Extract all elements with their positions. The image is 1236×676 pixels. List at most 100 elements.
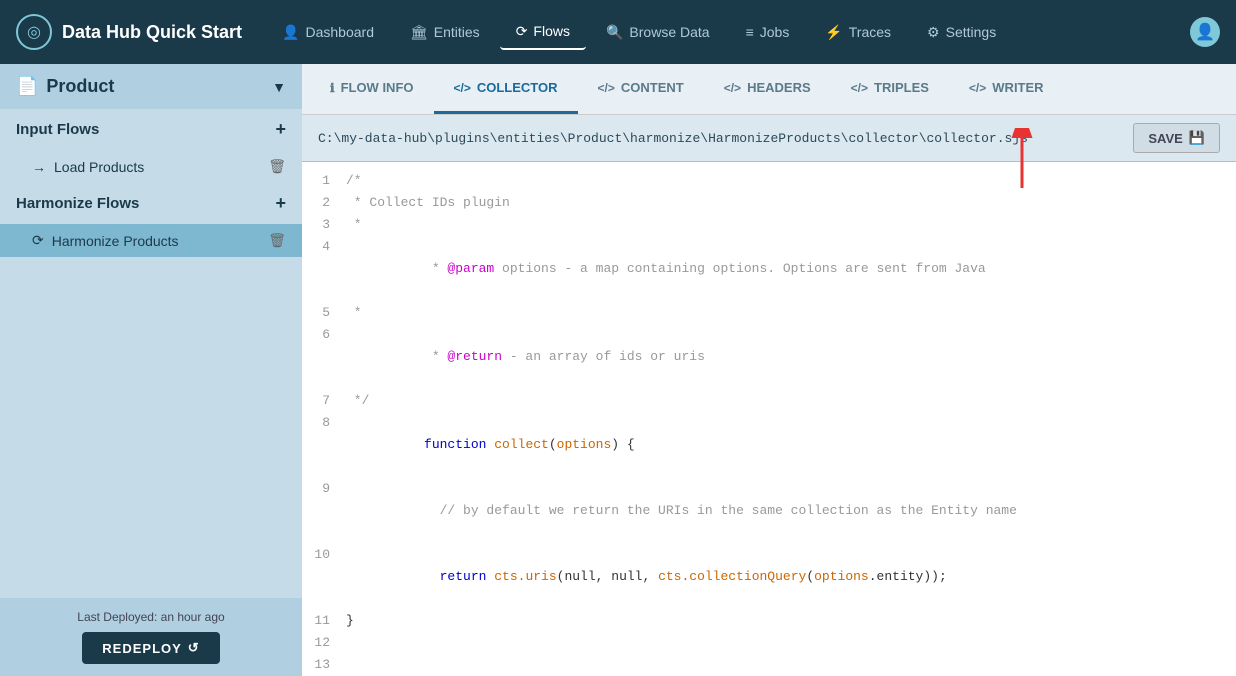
code-line-8: 8 function collect(options) { [302,412,1236,478]
line-num-2: 2 [302,192,346,214]
harmonize-products-left: ⟳ Harmonize Products [32,232,179,249]
nav-settings-label: Settings [946,24,997,40]
collector-icon: </> [454,81,471,95]
flow-info-icon: ℹ [330,81,335,95]
redeploy-label: REDEPLOY [102,641,182,656]
delete-load-products-icon[interactable]: 🗑 [268,158,286,175]
entity-icon: 📄 [16,76,38,97]
load-products-left: → Load Products [32,159,144,175]
load-products-label: Load Products [54,159,144,175]
line-num-5: 5 [302,302,346,324]
traces-icon: ⚡ [825,24,842,41]
nav-items: 👤 Dashboard 🏛 Entities ⟳ Flows 🔍 Browse … [266,15,1182,50]
line-num-7: 7 [302,390,346,412]
input-flows-label: Input Flows [16,121,99,138]
sidebar-item-harmonize-products[interactable]: ⟳ Harmonize Products 🗑 [0,224,302,257]
code-line-13: 13 module.exports = { [302,654,1236,676]
nav-right: 👤 [1190,17,1220,47]
harmonize-flows-label: Harmonize Flows [16,195,139,212]
nav-flows[interactable]: ⟳ Flows [500,15,586,50]
redeploy-icon: ↺ [188,640,200,656]
nav-browse-data[interactable]: 🔍 Browse Data [590,16,726,49]
nav-entities[interactable]: 🏛 Entities [394,16,496,49]
tab-headers[interactable]: </> HEADERS [704,64,831,114]
tab-content[interactable]: </> CONTENT [578,64,704,114]
nav-flows-label: Flows [533,23,570,39]
entity-left: 📄 Product [16,76,114,97]
nav-jobs[interactable]: ≡ Jobs [730,16,806,48]
logo-area: ◎ Data Hub Quick Start [16,14,242,50]
filepath-bar: C:\my-data-hub\plugins\entities\Product\… [302,115,1236,162]
save-icon: 💾 [1189,130,1205,146]
line-content-2: * Collect IDs plugin [346,192,1236,214]
load-products-icon: → [32,159,46,175]
line-content-11: } [346,610,1236,632]
nav-traces[interactable]: ⚡ Traces [809,16,907,49]
tab-triples-label: TRIPLES [874,80,929,95]
line-content-13: module.exports = { [346,654,1236,676]
tab-flow-info-label: FLOW INFO [341,80,414,95]
code-line-11: 11 } [302,610,1236,632]
top-nav: ◎ Data Hub Quick Start 👤 Dashboard 🏛 Ent… [0,0,1236,64]
line-content-3: * [346,214,1236,236]
settings-icon: ⚙ [927,24,940,41]
tab-writer[interactable]: </> WRITER [949,64,1064,114]
content-area: ℹ FLOW INFO </> COLLECTOR </> CONTENT </… [302,64,1236,676]
code-editor[interactable]: 1 /* 2 * Collect IDs plugin 3 * 4 * @par… [302,162,1236,676]
line-num-3: 3 [302,214,346,236]
sidebar-footer: Last Deployed: an hour ago REDEPLOY ↺ [0,598,302,676]
chevron-down-icon: ▼ [272,79,286,95]
code-line-3: 3 * [302,214,1236,236]
code-line-12: 12 [302,632,1236,654]
sidebar-entity-header[interactable]: 📄 Product ▼ [0,64,302,109]
app-title: Data Hub Quick Start [62,22,242,43]
line-content-9: // by default we return the URIs in the … [346,478,1236,544]
entities-icon: 🏛 [410,24,428,41]
tab-triples[interactable]: </> TRIPLES [831,64,949,114]
harmonize-products-label: Harmonize Products [52,233,179,249]
filepath-text: C:\my-data-hub\plugins\entities\Product\… [318,131,1028,146]
sidebar-entity-section: 📄 Product ▼ Input Flows + → Load Product… [0,64,302,257]
harmonize-flows-header: Harmonize Flows + [0,183,302,224]
nav-browse-data-label: Browse Data [629,24,709,40]
line-num-1: 1 [302,170,346,192]
line-content-8: function collect(options) { [346,412,1236,478]
code-line-7: 7 */ [302,390,1236,412]
nav-settings[interactable]: ⚙ Settings [911,16,1012,49]
code-line-6: 6 * @return - an array of ids or uris [302,324,1236,390]
line-content-10: return cts.uris(null, null, cts.collecti… [346,544,1236,610]
last-deployed-text: Last Deployed: an hour ago [16,610,286,624]
line-content-6: * @return - an array of ids or uris [346,324,1236,390]
add-input-flow-icon[interactable]: + [275,119,286,140]
save-button[interactable]: SAVE 💾 [1133,123,1220,153]
nav-dashboard[interactable]: 👤 Dashboard [266,16,390,49]
redeploy-button[interactable]: REDEPLOY ↺ [82,632,219,664]
tab-content-label: CONTENT [621,80,684,95]
line-num-9: 9 [302,478,346,500]
code-line-5: 5 * [302,302,1236,324]
tabs-bar: ℹ FLOW INFO </> COLLECTOR </> CONTENT </… [302,64,1236,115]
writer-icon: </> [969,81,986,95]
code-line-9: 9 // by default we return the URIs in th… [302,478,1236,544]
main-layout: 📄 Product ▼ Input Flows + → Load Product… [0,64,1236,676]
line-content-1: /* [346,170,1236,192]
app-logo-icon: ◎ [16,14,52,50]
tab-collector-label: COLLECTOR [477,80,558,95]
jobs-icon: ≡ [746,24,754,40]
tab-collector[interactable]: </> COLLECTOR [434,64,578,114]
content-icon: </> [598,81,615,95]
delete-harmonize-products-icon[interactable]: 🗑 [268,232,286,249]
input-flows-header: Input Flows + [0,109,302,150]
sidebar-item-load-products[interactable]: → Load Products 🗑 [0,150,302,183]
browse-data-icon: 🔍 [606,24,623,41]
dashboard-icon: 👤 [282,24,299,41]
code-line-1: 1 /* [302,170,1236,192]
add-harmonize-flow-icon[interactable]: + [275,193,286,214]
nav-entities-label: Entities [434,24,480,40]
user-avatar[interactable]: 👤 [1190,17,1220,47]
code-line-2: 2 * Collect IDs plugin [302,192,1236,214]
tab-flow-info[interactable]: ℹ FLOW INFO [310,64,434,114]
flows-icon: ⟳ [516,23,528,40]
nav-jobs-label: Jobs [760,24,790,40]
line-num-12: 12 [302,632,346,654]
